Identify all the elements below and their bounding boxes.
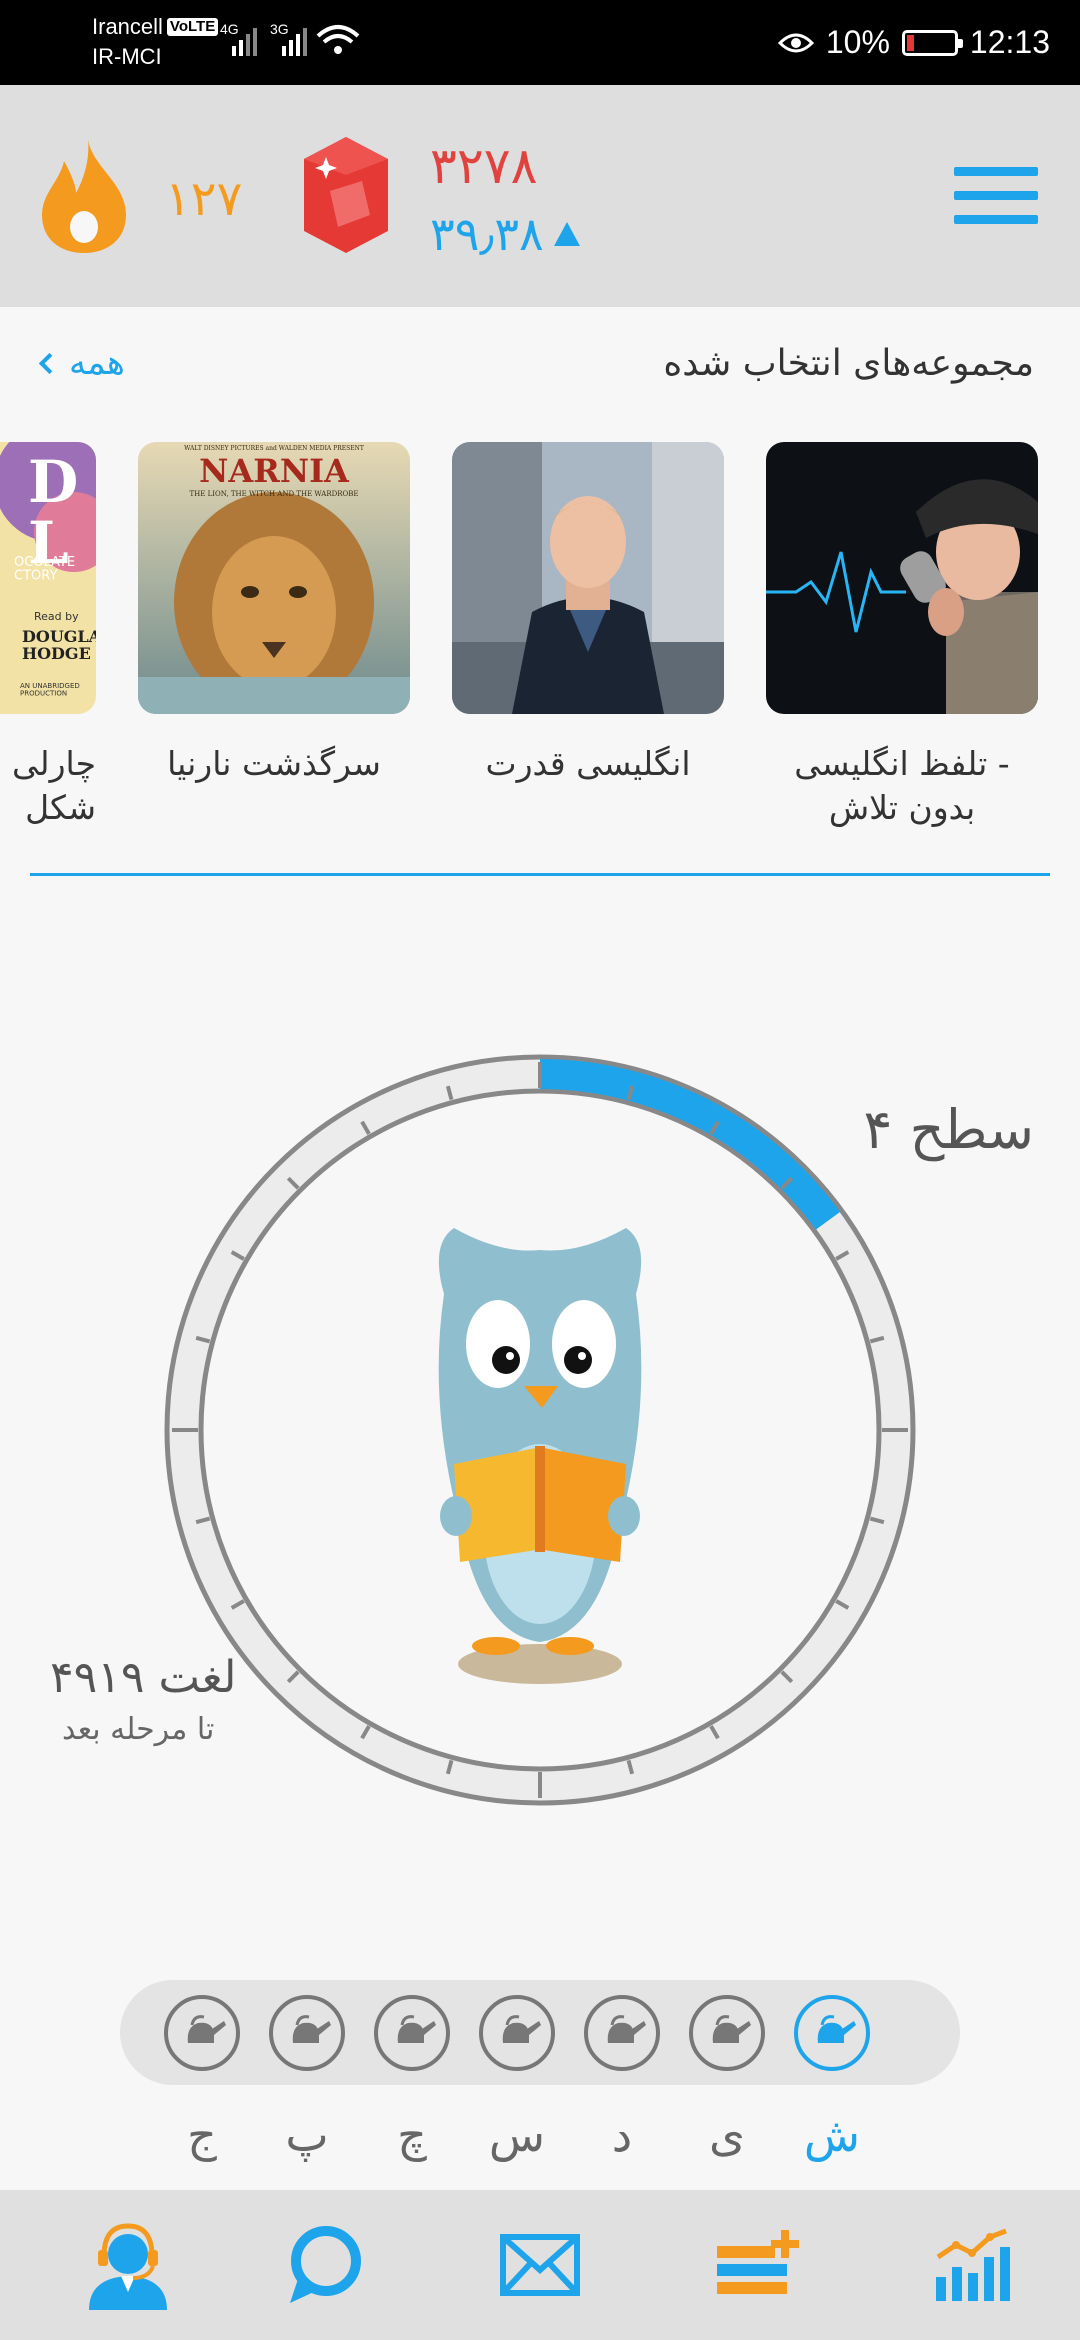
battery-icon	[901, 29, 963, 56]
section-divider	[30, 873, 1050, 876]
gem-icon[interactable]	[302, 135, 390, 255]
watering-can-icon	[712, 2015, 751, 2043]
carrier-info: Irancell VoLTE IR-MCI	[92, 12, 219, 72]
day-label: س	[488, 2108, 546, 2162]
nav-add-collection[interactable]	[648, 2190, 864, 2340]
svg-text:WALT DISNEY PICTURES and WALDE: WALT DISNEY PICTURES and WALDEN MEDIA PR…	[184, 445, 364, 452]
status-bar: Irancell VoLTE IR-MCI 4G 3G 10% 12:13	[0, 0, 1080, 85]
clock: 12:13	[969, 24, 1050, 60]
flame-icon[interactable]	[38, 137, 130, 255]
words-remaining: ۴۹۱۹ لغت	[50, 1652, 237, 1703]
watering-can-icon	[292, 2015, 331, 2043]
card-title: چارلی شکل	[12, 744, 96, 827]
collection-card[interactable]: انگلیسی قدرت	[452, 442, 724, 786]
menu-button[interactable]	[954, 165, 1038, 227]
day-button[interactable]	[689, 1995, 765, 2071]
cover-image: WALT DISNEY PICTURES and WALDEN MEDIA PR…	[138, 442, 410, 714]
day-label: ج	[187, 2108, 217, 2162]
nav-support[interactable]	[20, 2190, 236, 2340]
day-button[interactable]	[794, 1995, 870, 2071]
day-label: ی	[708, 2108, 745, 2162]
nav-messages[interactable]	[432, 2190, 648, 2340]
day-label: ش	[803, 2108, 861, 2162]
day-button[interactable]	[374, 1995, 450, 2071]
chat-icon	[290, 2226, 361, 2303]
chevron-left-icon	[38, 352, 61, 374]
section-title: مجموعه‌های انتخاب شده	[663, 343, 1034, 384]
watering-can-icon	[397, 2015, 436, 2043]
support-icon	[89, 2223, 167, 2310]
streak-count: ۱۲۷	[165, 171, 243, 227]
stats-icon	[936, 2228, 1010, 2301]
watering-can-icon	[607, 2015, 646, 2043]
see-all-link[interactable]: همه	[38, 343, 125, 383]
day-button[interactable]	[269, 1995, 345, 2071]
battery-percent: 10%	[825, 24, 890, 60]
cover-image: DL OCOLATECTORY Read by DOUGLASHODGE AN …	[0, 442, 96, 714]
add-list-icon	[717, 2230, 799, 2294]
volte-badge: VoLTE	[166, 18, 219, 36]
day-button[interactable]	[479, 1995, 555, 2071]
card-title: سرگذشت نارنیا	[167, 744, 381, 783]
rank-up-icon	[553, 222, 580, 246]
card-title: تلفظ انگلیسی - بدون تلاش	[794, 744, 1010, 827]
svg-text:NARNIA: NARNIA	[199, 452, 350, 490]
status-right: 10% 12:13	[777, 20, 1050, 65]
card-title: انگلیسی قدرت	[485, 744, 691, 783]
day-button[interactable]	[164, 1995, 240, 2071]
nav-stats[interactable]	[864, 2190, 1080, 2340]
level-label: سطح ۴	[863, 1098, 1034, 1161]
points-count: ۳۲۷۸	[430, 137, 538, 195]
collection-card[interactable]: تلفظ انگلیسی - بدون تلاش	[766, 442, 1038, 830]
cover-image	[452, 442, 724, 714]
day-label: چ	[397, 2108, 427, 2162]
watering-can-icon	[817, 2015, 856, 2043]
nav-chat[interactable]	[216, 2190, 432, 2340]
svg-text:3G: 3G	[270, 21, 289, 37]
collection-card[interactable]: WALT DISNEY PICTURES and WALDEN MEDIA PR…	[138, 442, 410, 786]
signal-icon: 4G 3G	[220, 21, 360, 56]
svg-text:THE LION, THE WITCH AND THE WA: THE LION, THE WITCH AND THE WARDROBE	[190, 490, 359, 498]
day-label: پ	[285, 2108, 329, 2162]
day-button[interactable]	[584, 1995, 660, 2071]
cover-image	[766, 442, 1038, 714]
svg-text:DOUGLASHODGE: DOUGLASHODGE	[22, 627, 96, 663]
watering-can-icon	[502, 2015, 541, 2043]
week-days-bar	[120, 1980, 960, 2085]
level-progress-ring[interactable]	[164, 1054, 916, 1806]
bottom-nav	[0, 2190, 1080, 2340]
day-label: د	[611, 2108, 633, 2162]
collections-carousel[interactable]: تلفظ انگلیسی - بدون تلاش انگلیسی قدرت WA…	[0, 442, 1080, 842]
mail-icon	[500, 2234, 580, 2296]
app-header: ۱۲۷ ۳۲۷۸ ۳۹٫۳۸	[0, 85, 1080, 307]
carrier-name: Irancell	[92, 14, 163, 39]
svg-text:4G: 4G	[220, 21, 239, 37]
collection-card[interactable]: DL OCOLATECTORY Read by DOUGLASHODGE AN …	[0, 442, 96, 830]
eye-comfort-icon	[777, 33, 814, 52]
carrier-name-2: IR-MCI	[92, 44, 162, 69]
watering-can-icon	[187, 2015, 226, 2043]
svg-text:Read by: Read by	[34, 610, 79, 623]
words-remaining-caption: تا مرحله بعد	[62, 1712, 215, 1747]
rank-value: ۳۹٫۳۸	[430, 207, 580, 261]
